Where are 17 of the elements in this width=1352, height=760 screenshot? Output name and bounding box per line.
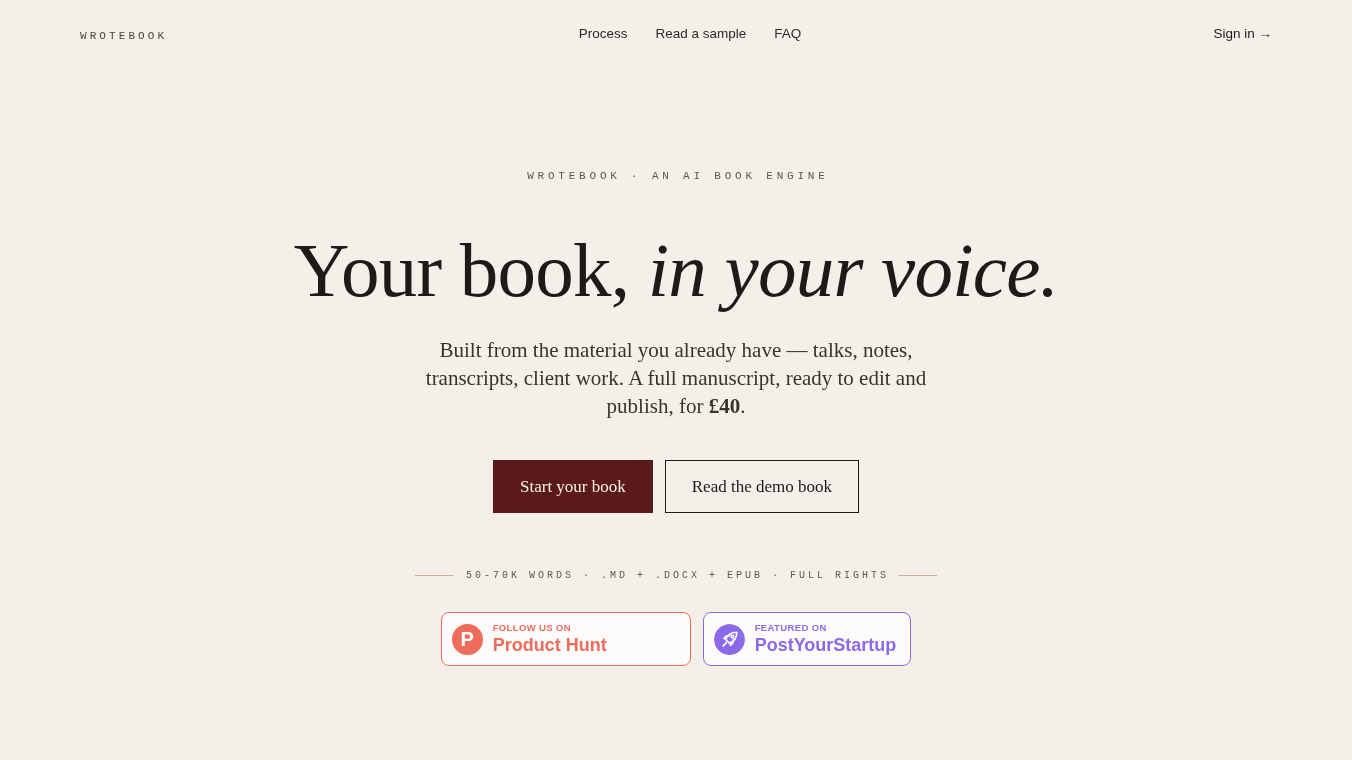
- eyebrow-text: WROTEBOOK · AN AI BOOK ENGINE: [527, 169, 829, 184]
- badge-title: Product Hunt: [492, 635, 607, 656]
- nav-link[interactable]: Process: [578, 23, 628, 45]
- specs-text: 50-70K WORDS · .MD + .DOCX + EPUB · FULL RIGHTS: [465, 569, 889, 584]
- hero-description: Built from the material you already have — talks, notes, transcripts, client work. A full manuscript, ready to edit and publish, for £40.: [424, 337, 928, 421]
- letter-p-icon: P: [451, 623, 483, 655]
- nav-link[interactable]: Read a sample: [655, 23, 747, 45]
- badge-title: PostYourStartup: [754, 635, 897, 656]
- demo-book-button[interactable]: Read the demo book: [664, 460, 859, 514]
- badge-kicker: FOLLOW US ON: [492, 623, 573, 634]
- featured-badge[interactable]: FEATURED ON PostYourStartup: [702, 612, 912, 667]
- logo-wordmark[interactable]: WROTEBOOK: [80, 30, 168, 42]
- sign-in-link[interactable]: Sign in →: [1213, 23, 1272, 45]
- start-book-button[interactable]: Start your book: [493, 460, 653, 514]
- badge-kicker: FEATURED ON: [754, 623, 828, 634]
- nav-link[interactable]: FAQ: [774, 23, 802, 45]
- hero-headline: Your book, in your voice.: [293, 226, 1059, 315]
